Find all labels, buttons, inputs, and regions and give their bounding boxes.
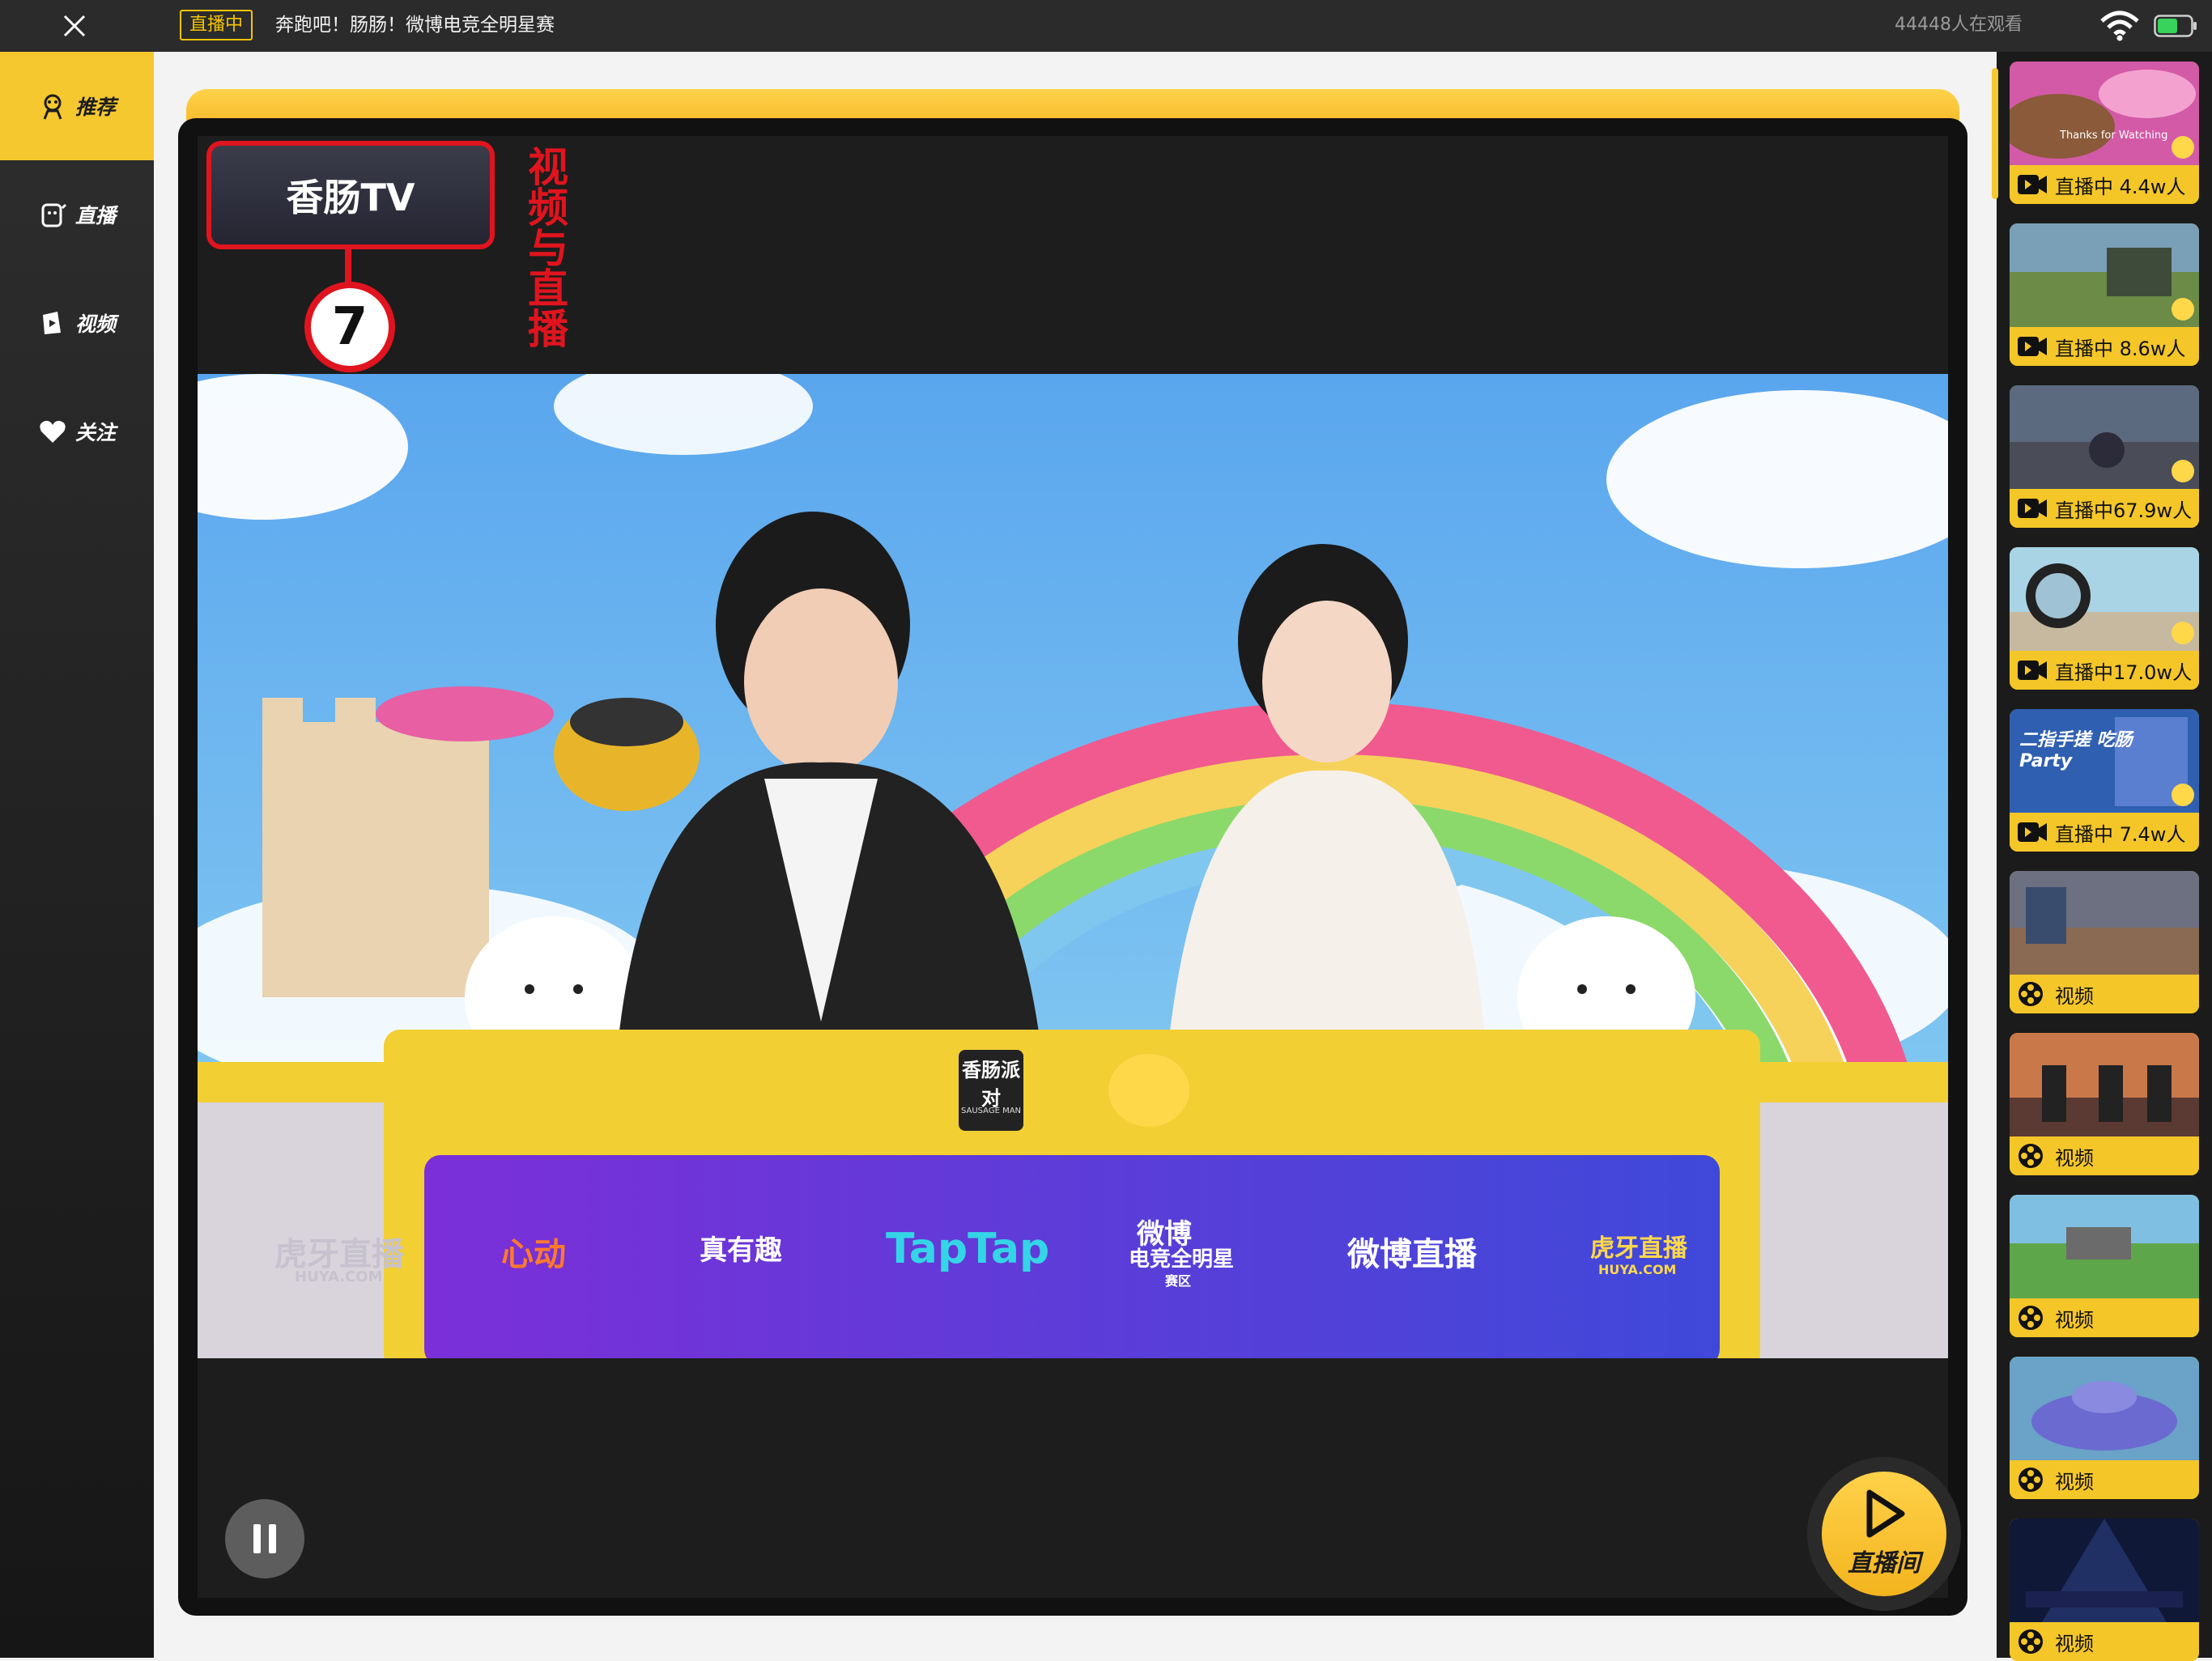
- video-frame: [198, 374, 1948, 1358]
- list-item-caption: 直播中67.9w人: [2010, 489, 2199, 528]
- thumbnail: [2010, 871, 2199, 975]
- live-icon: [41, 203, 67, 227]
- list-item[interactable]: 视频: [2010, 1033, 2199, 1175]
- thumbnail: [2010, 1357, 2199, 1460]
- thumbnail: [2010, 547, 2199, 651]
- thumbnail: [2010, 1033, 2199, 1136]
- list-item-caption: 直播中 4.4w人: [2010, 165, 2199, 204]
- pause-icon: [253, 1524, 276, 1553]
- live-camera-icon: [2018, 337, 2047, 356]
- film-reel-icon: [2018, 982, 2043, 1006]
- live-viewer-count: 直播中67.9w人: [2055, 499, 2193, 522]
- video-label: 视频: [2055, 1470, 2094, 1493]
- sponsor-strip: 虎牙直播 HUYA.COM 心动 真有趣 TapTap 微博 电竞全明星 赛区 …: [198, 1218, 1948, 1309]
- sponsor-logo: TapTap: [886, 1225, 1050, 1273]
- desk-logo-subtitle: SAUSAGE MAN: [960, 1107, 1022, 1115]
- live-camera-icon: [2018, 661, 2047, 680]
- thumbnail: [2010, 223, 2199, 327]
- live-room-button-face: 直播间: [1822, 1472, 1946, 1596]
- thumbnail: [2010, 1195, 2199, 1298]
- close-button[interactable]: [57, 8, 92, 44]
- annotation-number: 7: [304, 282, 395, 372]
- sponsor-logo: 赛区: [1165, 1273, 1192, 1289]
- sidebar-item-live[interactable]: 直播: [0, 160, 154, 269]
- sponsor-logo: HUYA.COM: [1598, 1262, 1677, 1277]
- list-item[interactable]: 二指手搓 吃肠Party 直播中 7.4w人: [2010, 709, 2199, 852]
- list-item[interactable]: 视频: [2010, 1357, 2199, 1499]
- sponsor-logo: 真有趣: [700, 1234, 782, 1267]
- sponsor-logo: 微博直播: [1347, 1236, 1477, 1273]
- film-reel-icon: [2018, 1629, 2043, 1654]
- sponsor-logo: HUYA.COM: [295, 1268, 383, 1285]
- live-camera-icon: [2018, 822, 2047, 842]
- sidebar-item-label: 直播: [74, 204, 116, 227]
- list-item-caption: 直播中 8.6w人: [2010, 327, 2199, 366]
- list-item[interactable]: 视频: [2010, 1519, 2199, 1661]
- video-label: 视频: [2055, 1146, 2094, 1170]
- film-reel-icon: [2018, 1306, 2043, 1330]
- list-item-caption: 视频: [2010, 1136, 2199, 1175]
- thumbnail: [2010, 1519, 2199, 1622]
- channel-logo-badge: 香肠TV: [206, 141, 495, 249]
- video-label: 视频: [2055, 1632, 2094, 1655]
- wifi-icon: [2100, 11, 2139, 41]
- list-item-caption: 直播中 7.4w人: [2010, 813, 2199, 852]
- thumbnail-caption: 二指手搓 吃肠Party: [2019, 730, 2133, 771]
- list-item[interactable]: 视频: [2010, 871, 2199, 1013]
- film-reel-icon: [2018, 1468, 2043, 1492]
- channel-logo-text: 香肠TV: [286, 176, 415, 219]
- stream-title: 奔跑吧！肠肠！微博电竞全明星赛: [275, 15, 555, 36]
- list-item-caption: 视频: [2010, 1298, 2199, 1337]
- list-item[interactable]: Thanks for Watching 直播中 4.4w人: [2010, 62, 2199, 204]
- viewer-count: 44448人在观看: [1895, 15, 2023, 35]
- list-item[interactable]: 直播中 8.6w人: [2010, 223, 2199, 366]
- list-item-caption: 视频: [2010, 1622, 2199, 1661]
- list-item-caption: 视频: [2010, 1460, 2199, 1499]
- list-item-caption: 视频: [2010, 975, 2199, 1013]
- thumbnail-caption: Thanks for Watching: [2060, 130, 2168, 142]
- top-bar: 直播中 奔跑吧！肠肠！微博电竞全明星赛 44448人在观看: [0, 0, 2212, 52]
- thumbnail: [2010, 62, 2199, 165]
- list-item[interactable]: 直播中17.0w人: [2010, 547, 2199, 690]
- sidebar-item-video[interactable]: 视频: [0, 269, 154, 377]
- sidebar-item-label: 推荐: [74, 96, 116, 119]
- live-camera-icon: [2018, 175, 2047, 194]
- live-viewer-count: 直播中 8.6w人: [2055, 337, 2186, 360]
- pause-button[interactable]: [225, 1499, 304, 1578]
- video-icon: [42, 312, 61, 334]
- annotation-label: 视频与直播: [521, 146, 568, 348]
- live-camera-icon: [2018, 499, 2047, 518]
- play-icon: [1866, 1489, 1905, 1538]
- list-item-caption: 直播中17.0w人: [2010, 651, 2199, 690]
- sponsor-logo: 虎牙直播: [1590, 1234, 1687, 1263]
- sponsor-logo: 电竞全明星: [1129, 1247, 1235, 1272]
- sponsor-logo: 心动: [501, 1236, 566, 1273]
- sidebar-item-label: 关注: [74, 421, 116, 444]
- sidebar-item-label: 视频: [74, 312, 116, 336]
- live-viewer-count: 直播中 7.4w人: [2055, 822, 2186, 846]
- sidebar: 推荐 直播 视频 关注: [0, 52, 154, 1658]
- list-item[interactable]: 直播中67.9w人: [2010, 385, 2199, 528]
- live-room-label: 直播间: [1848, 1549, 1921, 1578]
- live-viewer-count: 直播中17.0w人: [2055, 661, 2193, 684]
- heart-icon: [40, 420, 66, 443]
- thumbnail: [2010, 385, 2199, 489]
- list-item[interactable]: 视频: [2010, 1195, 2199, 1337]
- video-player[interactable]: 虎牙直播 HUYA.COM 心动 真有趣 TapTap 微博 电竞全明星 赛区 …: [198, 374, 1948, 1358]
- sidebar-item-follow[interactable]: 关注: [0, 377, 154, 486]
- live-status-badge: 直播中: [180, 10, 253, 40]
- film-reel-icon: [2018, 1144, 2043, 1168]
- desk-logo: 香肠派对: [962, 1059, 1020, 1110]
- video-label: 视频: [2055, 984, 2094, 1008]
- sidebar-item-recommend[interactable]: 推荐: [0, 52, 154, 160]
- video-label: 视频: [2055, 1308, 2094, 1332]
- live-room-button[interactable]: 直播间: [1807, 1457, 1961, 1611]
- battery-icon: [2154, 15, 2197, 37]
- scrollbar-thumb[interactable]: [1992, 68, 1998, 199]
- live-viewer-count: 直播中 4.4w人: [2055, 175, 2186, 198]
- recommend-icon: [43, 94, 62, 120]
- close-icon: [63, 15, 86, 37]
